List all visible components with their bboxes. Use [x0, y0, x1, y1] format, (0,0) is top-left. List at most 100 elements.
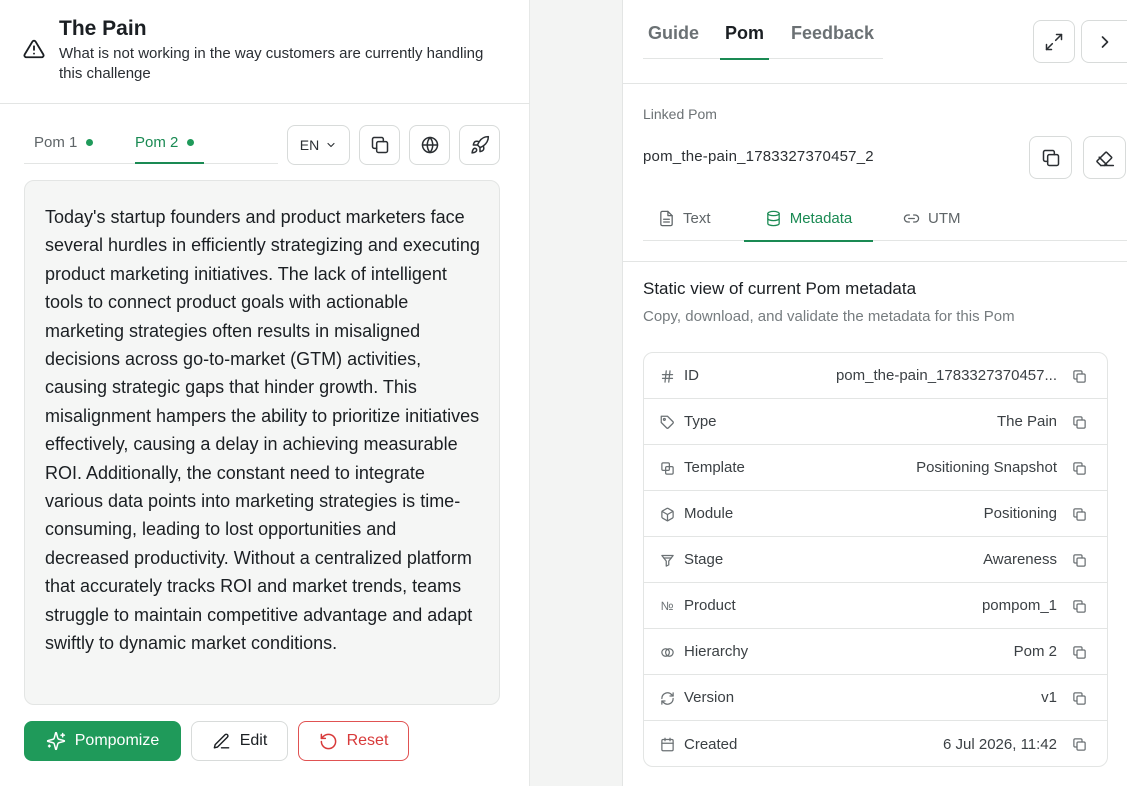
metadata-row-template: Template Positioning Snapshot [644, 445, 1107, 491]
calendar-icon [659, 736, 675, 752]
pencil-icon [212, 732, 231, 751]
tab-text[interactable]: Text [658, 200, 711, 241]
rocket-icon [470, 135, 490, 155]
pompomize-label: Pompomize [74, 732, 160, 749]
tab-feedback[interactable]: Feedback [791, 18, 874, 59]
left-panel: The Pain What is not working in the way … [0, 0, 530, 786]
eraser-icon [1095, 148, 1115, 168]
row-value: pompom_1 [981, 597, 1057, 614]
link-icon [903, 210, 920, 227]
clear-linked-button[interactable] [1083, 136, 1126, 179]
metadata-row-product: № Product pompom_1 [644, 583, 1107, 629]
pom-tabs: Pom 1 Pom 2 [24, 122, 278, 164]
section-title: The Pain [59, 17, 147, 40]
row-value: pom_the-pain_1783327370457... [835, 367, 1057, 384]
copy-linked-button[interactable] [1029, 136, 1072, 179]
tab-pom-2[interactable]: Pom 2 [135, 122, 205, 164]
row-value: Awareness [983, 551, 1057, 568]
linked-pom-value: pom_the-pain_1783327370457_2 [643, 148, 874, 165]
document-icon [658, 210, 675, 227]
copy-icon[interactable] [1072, 645, 1087, 660]
collapse-panel-button[interactable] [1081, 20, 1127, 63]
tab-label: Text [683, 210, 711, 227]
tab-utm[interactable]: UTM [903, 200, 961, 241]
metadata-row-type: Type The Pain [644, 399, 1107, 445]
tab-pom-1[interactable]: Pom 1 [34, 122, 94, 162]
metadata-row-module: Module Positioning [644, 491, 1107, 537]
section-subtitle: What is not working in the way customers… [59, 45, 484, 82]
row-label: Type [684, 413, 717, 430]
template-icon [659, 460, 675, 476]
expand-icon [1044, 32, 1064, 52]
row-label: Hierarchy [684, 643, 749, 660]
cube-icon [659, 506, 675, 522]
expand-button[interactable] [1033, 20, 1075, 63]
language-select[interactable]: EN [287, 125, 350, 165]
tab-label: Pom 2 [135, 133, 179, 151]
divider [623, 261, 1127, 262]
database-icon [765, 210, 782, 227]
copy-icon[interactable] [1072, 737, 1087, 752]
chevron-down-icon [325, 139, 337, 151]
copy-icon[interactable] [1072, 461, 1087, 476]
linked-pom-label: Linked Pom [643, 106, 717, 122]
sparkles-icon [46, 731, 66, 751]
row-label: Version [684, 689, 735, 706]
globe-icon [420, 135, 440, 155]
tab-pom[interactable]: Pom [719, 18, 770, 60]
edit-button[interactable]: Edit [191, 721, 288, 761]
copy-button[interactable] [359, 125, 400, 165]
metadata-description: Copy, download, and validate the metadat… [643, 308, 1015, 325]
row-value: Positioning [983, 505, 1057, 522]
row-label: Stage [684, 551, 724, 568]
metadata-row-id: ID pom_the-pain_1783327370457... [644, 353, 1107, 399]
copy-icon[interactable] [1072, 507, 1087, 522]
tab-label: Pom 1 [34, 133, 78, 151]
pom-text-card: Today's startup founders and product mar… [24, 180, 500, 705]
copy-icon [1041, 148, 1061, 168]
warning-icon [23, 38, 45, 60]
copy-icon[interactable] [1072, 369, 1087, 384]
chevron-right-icon [1095, 32, 1115, 52]
row-value: Pom 2 [1013, 643, 1057, 660]
tab-label: Metadata [789, 210, 853, 227]
row-label: ID [684, 367, 699, 384]
funnel-icon [659, 552, 675, 568]
numero-icon: № [660, 599, 674, 613]
hierarchy-icon [659, 644, 675, 660]
metadata-title: Static view of current Pom metadata [643, 279, 917, 298]
tab-label: UTM [928, 210, 961, 227]
row-label: Template [684, 459, 745, 476]
row-value: 6 Jul 2026, 11:42 [943, 735, 1057, 753]
reset-button[interactable]: Reset [298, 721, 409, 761]
refresh-icon [659, 690, 675, 706]
copy-icon[interactable] [1072, 415, 1087, 430]
tab-metadata[interactable]: Metadata [744, 200, 873, 242]
row-label: Created [684, 735, 738, 753]
copy-icon [370, 135, 390, 155]
launch-button[interactable] [459, 125, 500, 165]
metadata-row-stage: Stage Awareness [644, 537, 1107, 583]
metadata-row-version: Version v1 [644, 675, 1107, 721]
copy-icon[interactable] [1072, 599, 1087, 614]
copy-icon[interactable] [1072, 553, 1087, 568]
copy-icon[interactable] [1072, 691, 1087, 706]
translate-button[interactable] [409, 125, 450, 165]
hash-icon [659, 368, 675, 384]
pom-text: Today's startup founders and product mar… [45, 207, 480, 654]
language-value: EN [299, 137, 320, 153]
status-dot [86, 138, 94, 146]
undo-icon [319, 732, 338, 751]
metadata-row-created: Created 6 Jul 2026, 11:42 [644, 721, 1107, 766]
tab-guide[interactable]: Guide [648, 18, 699, 59]
pompomize-button[interactable]: Pompomize [24, 721, 181, 761]
row-value: v1 [1041, 689, 1057, 706]
status-dot [187, 138, 195, 146]
row-value: Positioning Snapshot [916, 459, 1057, 476]
metadata-row-hierarchy: Hierarchy Pom 2 [644, 629, 1107, 675]
divider [623, 83, 1127, 84]
row-label: Module [684, 505, 734, 522]
tag-icon [659, 414, 675, 430]
section-header: The Pain What is not working in the way … [0, 0, 530, 104]
row-label: Product [684, 597, 736, 614]
